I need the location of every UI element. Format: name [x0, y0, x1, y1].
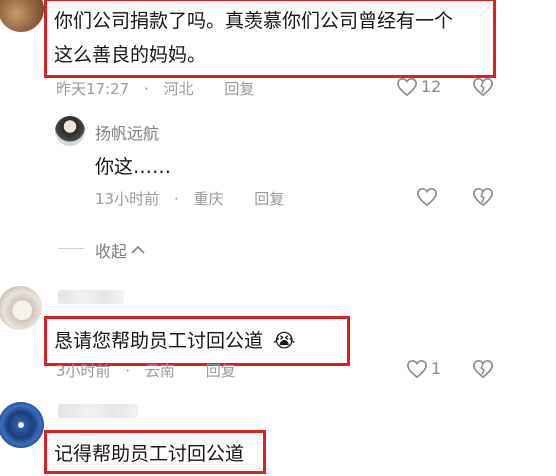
reply-button[interactable]: 回复 — [254, 190, 284, 208]
dislike-icon[interactable] — [470, 76, 496, 98]
location: 重庆 — [193, 190, 224, 208]
reply-username[interactable]: 扬帆远航 — [95, 120, 159, 144]
comment-meta: 昨天17:27 · 河北 回复 — [56, 78, 264, 99]
heart-icon[interactable] — [414, 186, 440, 208]
comment-text: 你们公司捐款了吗。真羡慕你们公司曾经有一个 — [54, 10, 454, 32]
dislike-icon[interactable] — [470, 358, 496, 380]
avatar[interactable] — [0, 286, 42, 330]
timestamp: 昨天17:27 — [56, 80, 130, 98]
comment-meta: 3小时前 · 云南 回复 — [56, 360, 246, 381]
like-count: 1 — [431, 359, 442, 378]
avatar[interactable] — [0, 402, 44, 448]
chevron-up-icon — [131, 245, 145, 255]
dislike-icon[interactable] — [470, 186, 496, 208]
heart-icon[interactable] — [394, 76, 420, 98]
heart-icon[interactable] — [404, 358, 430, 380]
location: 河北 — [163, 80, 194, 98]
avatar[interactable] — [0, 0, 44, 32]
timestamp: 13小时前 — [95, 190, 160, 208]
blurred-username — [58, 404, 138, 418]
timestamp: 3小时前 — [56, 362, 111, 380]
crying-emoji-icon: 😭 — [273, 330, 296, 352]
comment-text: 恳请您帮助员工讨回公道 😭 — [54, 330, 296, 352]
like-count: 12 — [421, 77, 442, 96]
dot-separator: · — [125, 362, 131, 380]
collapse-button[interactable]: 收起 — [95, 238, 145, 262]
dot-separator: · — [173, 190, 179, 208]
comment-text-line2: 这么善良的妈妈。 — [54, 44, 207, 66]
comment-text: 记得帮助员工讨回公道 — [54, 443, 245, 465]
reply-button[interactable]: 回复 — [224, 80, 254, 98]
avatar[interactable] — [55, 116, 85, 146]
collapse-label: 收起 — [95, 242, 128, 261]
reply-text: 你这…… — [95, 156, 172, 178]
reply-meta: 13小时前 · 重庆 回复 — [95, 188, 294, 209]
collapse-divider — [58, 248, 84, 249]
blurred-username — [58, 290, 124, 304]
location: 云南 — [144, 362, 175, 380]
dot-separator: · — [144, 80, 149, 98]
reply-button[interactable]: 回复 — [206, 362, 236, 380]
